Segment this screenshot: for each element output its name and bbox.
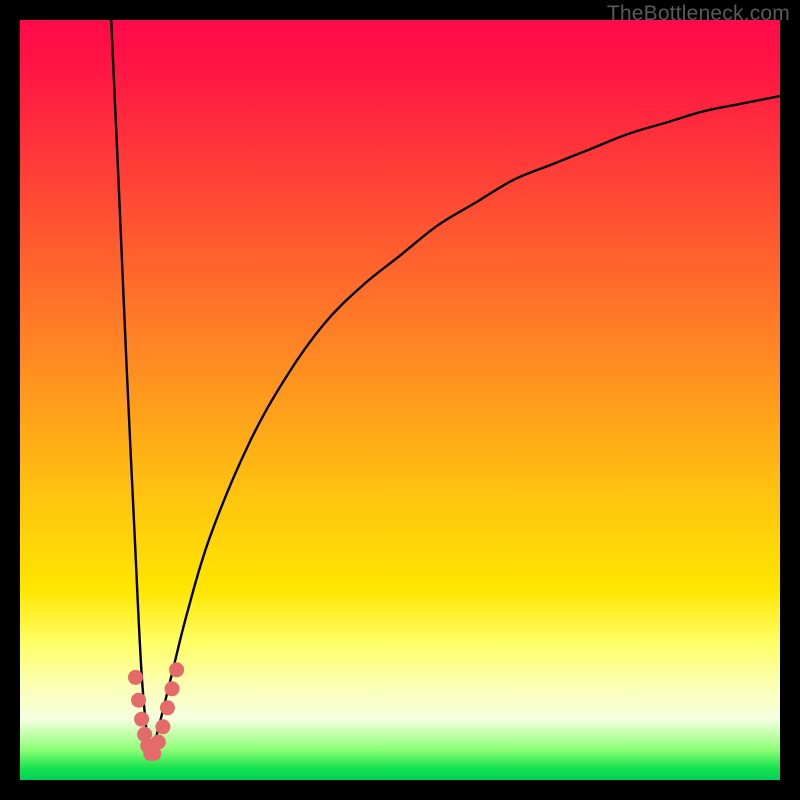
curve-left-branch (111, 20, 149, 757)
trough-marker (131, 693, 146, 708)
trough-marker (169, 662, 184, 677)
curve-layer (20, 20, 780, 780)
bottleneck-curve (111, 20, 780, 757)
watermark-text: TheBottleneck.com (607, 2, 790, 26)
trough-marker (160, 700, 175, 715)
trough-marker (151, 735, 166, 750)
curve-right-branch (149, 96, 780, 757)
trough-marker (134, 712, 149, 727)
trough-marker (155, 719, 170, 734)
trough-marker-group (128, 662, 184, 761)
plot-area (20, 20, 780, 780)
trough-marker (165, 681, 180, 696)
trough-marker (128, 670, 143, 685)
chart-frame: TheBottleneck.com (0, 0, 800, 800)
